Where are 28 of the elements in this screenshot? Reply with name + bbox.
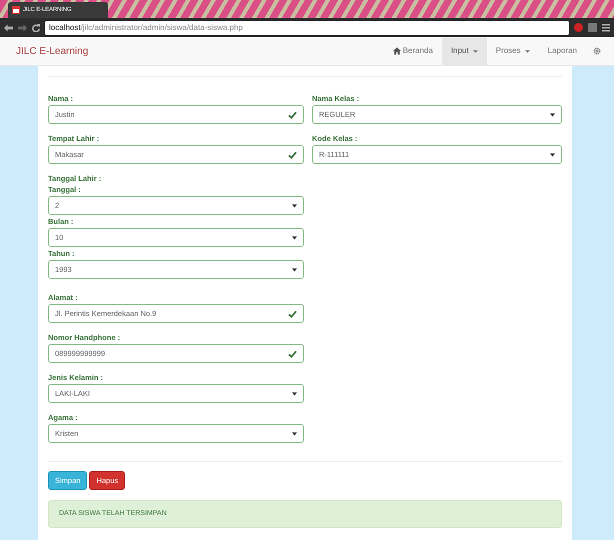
caret-icon (524, 50, 530, 52)
favicon-icon (12, 6, 20, 14)
caret-icon (292, 432, 297, 436)
reload-icon[interactable] (32, 24, 40, 32)
caret-icon (550, 152, 555, 156)
forward-icon[interactable] (18, 24, 27, 32)
caret-icon (550, 112, 555, 116)
nav-item[interactable]: Input (442, 37, 487, 65)
nav-item[interactable]: Beranda (384, 37, 442, 65)
brand-link[interactable]: JILC E-Learning (16, 44, 88, 58)
settings-icon (593, 47, 601, 55)
caret-icon (292, 236, 297, 240)
back-icon[interactable] (4, 24, 13, 32)
checkmark-icon (288, 110, 297, 118)
checkmark-icon (288, 310, 297, 318)
caret-icon (292, 204, 297, 208)
address-field[interactable]: localhost/jilc/administrator/admin/siswa/data-siswa.php (45, 20, 569, 34)
nav-item[interactable]: Laporan (538, 37, 586, 65)
caret-icon (292, 392, 297, 396)
nav-item[interactable]: Proses (486, 37, 539, 65)
checkmark-icon (288, 150, 297, 158)
url-host: localhost (49, 22, 81, 32)
menu-icon[interactable] (602, 24, 610, 32)
home-icon (392, 47, 401, 55)
checkmark-icon (288, 350, 297, 358)
caret-icon (472, 50, 478, 52)
url-path: /jilc/administrator/admin/siswa/data-siswa.php (80, 22, 243, 34)
caret-icon (292, 268, 297, 272)
